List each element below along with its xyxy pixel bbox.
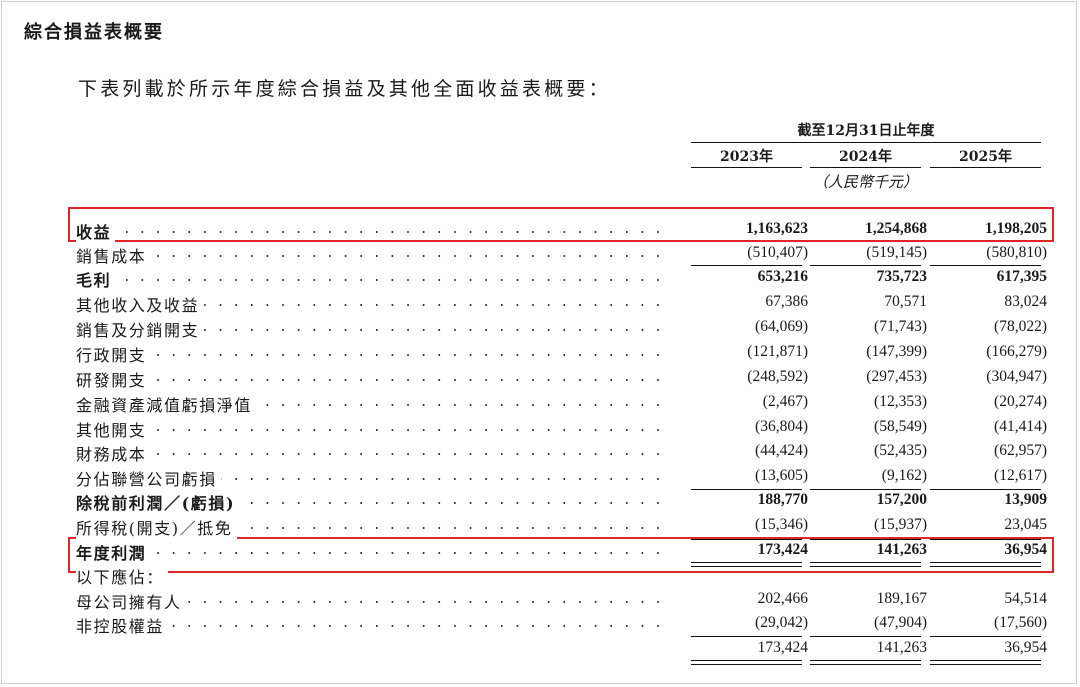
row-label: 毛利 (76, 267, 116, 291)
row-label: 行政開支 (76, 342, 151, 366)
row-label: 收益 (76, 219, 116, 243)
cell-2024: (71,743) (874, 318, 927, 335)
cell-2025: 36,954 (1004, 639, 1047, 656)
row-finance-costs: ........................................… (76, 441, 1056, 465)
cell-2023: (121,871) (747, 343, 808, 360)
cell-2023: (29,042) (755, 614, 808, 631)
row-label: 其他收入及收益 (76, 292, 204, 316)
cell-2024: (519,145) (866, 244, 927, 261)
row-label: 分佔聯營公司虧損 (76, 466, 221, 490)
row-label: 銷售成本 (76, 243, 151, 267)
leader-dots: ........................................… (76, 246, 666, 261)
period-header: 截至12月31日止年度 (691, 120, 1041, 143)
leader-dots: ........................................… (76, 370, 666, 385)
cell-2023: (13,605) (755, 467, 808, 484)
row-other-income: ........................................… (76, 292, 1056, 316)
year-header-2025: 2025年 (930, 146, 1041, 168)
cell-2023: 67,386 (765, 293, 808, 310)
row-rd-expenses: ........................................… (76, 367, 1056, 391)
leader-dots: ........................................… (76, 345, 666, 360)
row-cost-of-sales: ........................................… (76, 243, 1056, 267)
cell-2025: 83,024 (1004, 293, 1047, 310)
row-income-tax: ........................................… (76, 515, 1056, 539)
cell-2023: (248,592) (747, 368, 808, 385)
row-label: 以下應佔： (76, 564, 169, 588)
leader-dots: ........................................… (76, 270, 666, 285)
row-admin-expenses: ........................................… (76, 342, 1056, 366)
cell-2025: (580,810) (986, 244, 1047, 261)
cell-2023: (15,346) (755, 516, 808, 533)
row-label: 非控股權益 (76, 613, 169, 637)
cell-2025: 13,909 (1004, 491, 1047, 508)
cell-2024: (12,353) (874, 393, 927, 410)
cell-2025: (17,560) (994, 614, 1047, 631)
cell-2024: 141,263 (876, 639, 927, 656)
cell-2025: (20,274) (994, 393, 1047, 410)
leader-dots: ........................................… (76, 543, 666, 558)
cell-2023: (2,467) (762, 393, 808, 410)
cell-2023: 173,424 (757, 639, 808, 656)
cell-2024: (52,435) (874, 442, 927, 459)
cell-2025: 23,045 (1004, 516, 1047, 533)
leader-dots: ........................................… (76, 222, 666, 237)
row-label: 銷售及分銷開支 (76, 317, 204, 341)
year-header-2024: 2024年 (810, 146, 921, 168)
cell-2024: (147,399) (866, 343, 927, 360)
section-title: 綜合損益表概要 (24, 22, 164, 43)
cell-2025: (12,617) (994, 467, 1047, 484)
cell-2024: (47,904) (874, 614, 927, 631)
cell-2023: (510,407) (747, 244, 808, 261)
leader-dots: ........................................… (76, 420, 666, 435)
cell-2023: (44,424) (755, 442, 808, 459)
leader-dots: ........................................… (76, 444, 666, 459)
row-profit-before-tax: ........................................… (76, 490, 1056, 514)
row-label: 母公司擁有人 (76, 589, 186, 613)
cell-2023: (64,069) (755, 318, 808, 335)
cell-2025: (62,957) (994, 442, 1047, 459)
row-label: 研發開支 (76, 367, 151, 391)
row-total-attributable: 173,424 141,263 36,954 (76, 638, 1056, 662)
cell-2025: (78,022) (994, 318, 1047, 335)
intro-text: 下表列載於所示年度綜合損益及其他全面收益表概要： (78, 78, 611, 100)
cell-2025: 617,395 (996, 268, 1047, 285)
cell-2023: 202,466 (757, 590, 808, 607)
currency-unit: （人民幣千元） (812, 173, 918, 191)
cell-2024: (9,162) (881, 467, 927, 484)
cell-2024: (15,937) (874, 516, 927, 533)
row-label: 除稅前利潤／(虧損) (76, 490, 240, 514)
cell-2023: 188,770 (757, 491, 808, 508)
cell-2025: (304,947) (986, 368, 1047, 385)
row-owners-of-parent: ........................................… (76, 589, 1056, 613)
cell-2024: (58,549) (874, 418, 927, 435)
row-label: 其他開支 (76, 417, 151, 441)
cell-2024: 735,723 (876, 268, 927, 285)
row-label: 財務成本 (76, 441, 151, 465)
year-header-2023: 2023年 (691, 146, 802, 168)
row-gross-profit: ........................................… (76, 267, 1056, 291)
cell-2023: (36,804) (755, 418, 808, 435)
cell-2023: 653,216 (757, 268, 808, 285)
row-label: 所得稅(開支)／抵免 (76, 515, 237, 539)
cell-2024: 157,200 (876, 491, 927, 508)
row-associates-loss: ........................................… (76, 466, 1056, 490)
cell-2024: (297,453) (866, 368, 927, 385)
cell-2025: 54,514 (1004, 590, 1047, 607)
row-impairment: ........................................… (76, 392, 1056, 416)
row-other-expenses: ........................................… (76, 417, 1056, 441)
row-label: 年度利潤 (76, 540, 151, 564)
cell-2025: (41,414) (994, 418, 1047, 435)
cell-2025: (166,279) (986, 343, 1047, 360)
row-label: 金融資產減值虧損淨值 (76, 392, 257, 416)
row-selling-expenses: ........................................… (76, 317, 1056, 341)
cell-2024: 70,571 (884, 293, 927, 310)
row-non-controlling: ........................................… (76, 613, 1056, 637)
cell-2024: 189,167 (876, 590, 927, 607)
